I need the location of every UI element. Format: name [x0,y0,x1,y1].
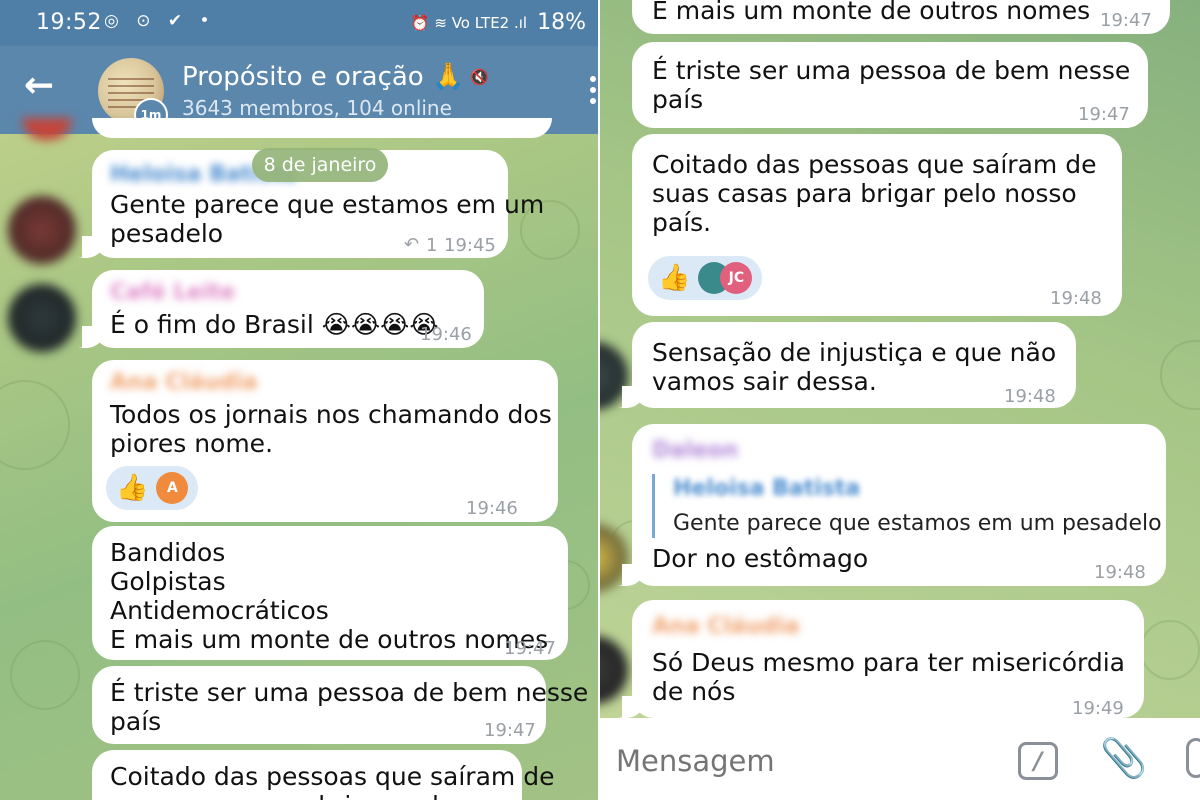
reply-arrow-icon[interactable]: ↶ [404,230,419,259]
message-bubble[interactable]: Bandidos Golpistas Antidemocráticos E ma… [92,526,568,660]
message-bubble[interactable]: Ana Cláudia Só Deus mesmo para ter miser… [622,600,1144,719]
quoted-sender: Heloisa Batista [673,476,861,501]
status-right-area: ⏰ ≋ Vo LTE2 .ıl 18% [411,10,586,35]
date-separator: 8 de janeiro [252,148,388,182]
message-time: 19:47 [1078,104,1130,125]
message-time: 19:48 [1004,386,1056,407]
message-text: E mais um monte de outros nomes [652,0,1091,25]
message-time: 19:47 [484,720,536,741]
thumbs-up-icon: 👍 [658,262,691,293]
message-time: 19:47 [504,638,556,659]
message-bubble[interactable]: Sensação de injustiça e que não vamos sa… [622,322,1076,408]
message-time: 19:47 [1100,10,1152,31]
message-text: Só Deus mesmo para ter misericórdia de n… [652,648,1125,706]
microphone-icon[interactable] [1186,738,1200,778]
message-text: Dor no estômago [652,544,869,573]
signal-icons: ⏰ ≋ Vo LTE2 .ıl [410,13,528,32]
message-bubble[interactable]: Café Leite É o fim do Brasil 😭😭😭😭 19:46 [82,270,484,348]
message-sender[interactable]: Café Leite [110,278,235,307]
message-bubble[interactable]: Coitado das pessoas que saíram de suas c… [632,134,1122,316]
back-arrow-icon[interactable]: ← [24,66,54,106]
user-avatar[interactable] [8,196,76,264]
message-bubble[interactable]: É triste ser uma pessoa de bem nesse paí… [92,666,588,744]
message-bubble[interactable]: Daleon Heloisa Batista Gente parece que … [622,424,1166,586]
attach-icon[interactable]: 📎 [1100,736,1147,781]
message-text: Bandidos Golpistas Antidemocráticos E ma… [110,538,549,654]
quoted-message[interactable]: Heloisa Batista Gente parece que estamos… [652,474,1162,538]
quoted-text: Gente parece que estamos em um pesadelo [673,511,1162,536]
chat-subtitle: 3643 membros, 104 online [182,96,452,120]
message-time: 19:45 [444,235,496,256]
message-bubble[interactable]: Coitado das pessoas que saíram de suas c… [92,750,554,800]
message-time: 19:46 [466,498,518,519]
bot-command-icon[interactable]: / [1018,742,1058,780]
message-text: Todos os jornais nos chamando dos piores… [110,400,552,458]
message-text: É o fim do Brasil 😭😭😭😭 [110,310,439,339]
message-text: É triste ser uma pessoa de bem nesse paí… [652,56,1131,114]
message-bubble[interactable]: É triste ser uma pessoa de bem nesse paí… [632,42,1148,128]
message-sender[interactable]: Ana Cláudia [110,368,258,397]
reply-count[interactable]: 1 [426,231,437,260]
message-sender[interactable]: Daleon [652,436,738,465]
right-chat-panel: E mais um monte de outros nomes 19:47 É … [600,0,1200,800]
reaction-chip[interactable]: 👍 A [106,466,199,510]
message-text: Coitado das pessoas que saíram de suas c… [110,762,555,800]
chat-title[interactable]: Propósito e oração 🙏 [182,62,464,92]
message-time: 19:48 [1094,562,1146,583]
thumbs-up-icon: 👍 [116,472,149,503]
message-time: 19:46 [420,324,472,345]
message-bubble[interactable]: Ana Cláudia Todos os jornais nos chamand… [92,360,558,522]
message-text: Sensação de injustiça e que não vamos sa… [652,338,1057,396]
message-sender[interactable]: Ana Cláudia [652,612,800,641]
reactor-avatar: A [156,472,189,504]
user-avatar [22,118,72,140]
message-text: Coitado das pessoas que saíram de suas c… [652,150,1097,237]
reactor-avatar: JC [720,262,753,294]
battery-level: 18% [537,10,586,35]
status-notification-icons: ◎ ⊙ ✔ • [104,11,216,31]
message-time: 19:48 [1050,288,1102,309]
message-input[interactable] [616,744,996,778]
user-avatar[interactable] [8,284,76,352]
status-bar: 19:52 ◎ ⊙ ✔ • ⏰ ≋ Vo LTE2 .ıl 18% [0,0,600,46]
reaction-chip[interactable]: 👍 JC [648,256,763,300]
muted-icon: 🔇 [470,68,489,86]
message-bubble-partial [92,118,552,138]
message-composer: / 📎 [600,718,1200,800]
status-time: 19:52 [36,10,102,35]
message-bubble[interactable]: E mais um monte de outros nomes 19:47 [632,0,1170,34]
user-avatar[interactable] [600,636,628,704]
left-chat-panel: 19:52 ◎ ⊙ ✔ • ⏰ ≋ Vo LTE2 .ıl 18% ← 1m P… [0,0,600,800]
